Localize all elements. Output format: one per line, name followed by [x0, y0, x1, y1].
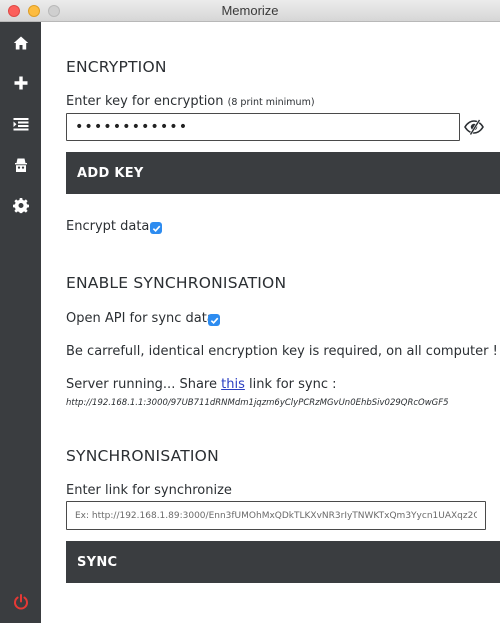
add-key-button[interactable]: ADD KEY	[66, 152, 500, 194]
encryption-key-input[interactable]	[66, 113, 460, 141]
plus-icon	[14, 76, 27, 90]
sidebar	[0, 22, 41, 623]
enable-sync-heading: ENABLE SYNCHRONISATION	[66, 274, 287, 292]
encryption-key-label: Enter key for encryption (8 print minimu…	[66, 94, 315, 109]
sidebar-item-home[interactable]	[0, 25, 41, 61]
gear-icon	[12, 198, 29, 214]
encryption-key-hint: (8 print minimum)	[227, 97, 315, 108]
checkmark-icon	[152, 225, 160, 232]
open-api-checkbox[interactable]	[208, 314, 220, 326]
list-icon	[13, 118, 28, 131]
synchronisation-heading: SYNCHRONISATION	[66, 447, 219, 465]
user-icon	[14, 158, 27, 172]
checkmark-icon	[210, 317, 218, 324]
sync-warning-text: Be carrefull, identical encryption key i…	[66, 344, 498, 359]
open-api-label: Open API for sync data	[66, 311, 215, 326]
sidebar-item-user[interactable]	[0, 147, 41, 183]
encrypt-data-label: Encrypt data	[66, 219, 150, 234]
sync-button[interactable]: SYNC	[66, 541, 500, 583]
sidebar-item-add[interactable]	[0, 65, 41, 101]
sidebar-item-settings[interactable]	[0, 188, 41, 224]
share-link[interactable]: this	[221, 377, 245, 392]
eye-slash-icon[interactable]	[464, 117, 484, 137]
encryption-heading: ENCRYPTION	[66, 58, 167, 76]
title-bar: Memorize	[0, 0, 500, 22]
power-button[interactable]	[0, 584, 41, 620]
window-title: Memorize	[221, 3, 279, 18]
encryption-key-label-text: Enter key for encryption	[66, 94, 224, 109]
main-panel: ENCRYPTION Enter key for encryption (8 p…	[41, 22, 500, 623]
sync-link-label: Enter link for synchronize	[66, 483, 232, 498]
server-status-prefix: Server running... Share	[66, 377, 217, 392]
server-status-text: Server running... Share this link for sy…	[66, 377, 337, 392]
server-status-suffix: link for sync :	[249, 377, 337, 392]
sync-link-input[interactable]	[66, 501, 486, 530]
home-icon	[13, 36, 28, 50]
power-icon	[13, 594, 28, 610]
sync-url: http://192.168.1.1:3000/97UB711dRNMdm1jq…	[66, 398, 449, 408]
encrypt-data-checkbox[interactable]	[150, 222, 162, 234]
sidebar-item-list[interactable]	[0, 106, 41, 142]
